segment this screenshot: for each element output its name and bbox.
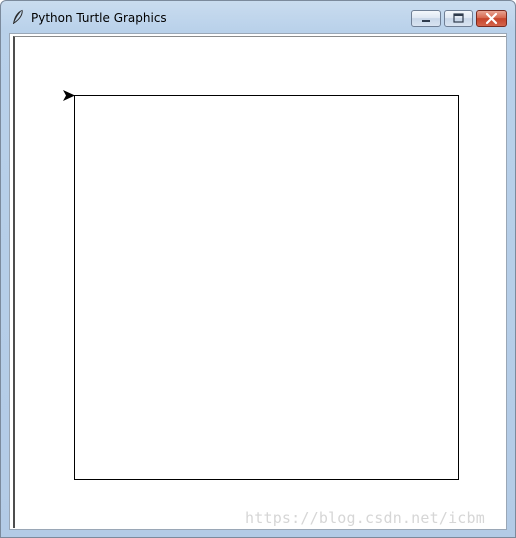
- turtle-canvas[interactable]: [13, 36, 506, 528]
- drawn-square: [74, 95, 459, 480]
- canvas-container: [9, 33, 507, 530]
- title-bar[interactable]: Python Turtle Graphics: [1, 1, 515, 33]
- watermark-text: https://blog.csdn.net/icbm: [245, 509, 485, 527]
- maximize-icon: [453, 13, 464, 23]
- turtle-arrow-icon: [63, 90, 75, 101]
- close-icon: [485, 12, 498, 25]
- drawing-surface: [63, 90, 459, 480]
- turtle-window: Python Turtle Graphics https://blog.csdn…: [0, 0, 516, 538]
- minimize-icon: [422, 20, 430, 22]
- close-button[interactable]: [476, 10, 507, 27]
- maximize-button[interactable]: [444, 10, 473, 27]
- feather-quill-icon: [13, 9, 23, 24]
- window-title: Python Turtle Graphics: [31, 11, 167, 25]
- minimize-button[interactable]: [411, 10, 441, 27]
